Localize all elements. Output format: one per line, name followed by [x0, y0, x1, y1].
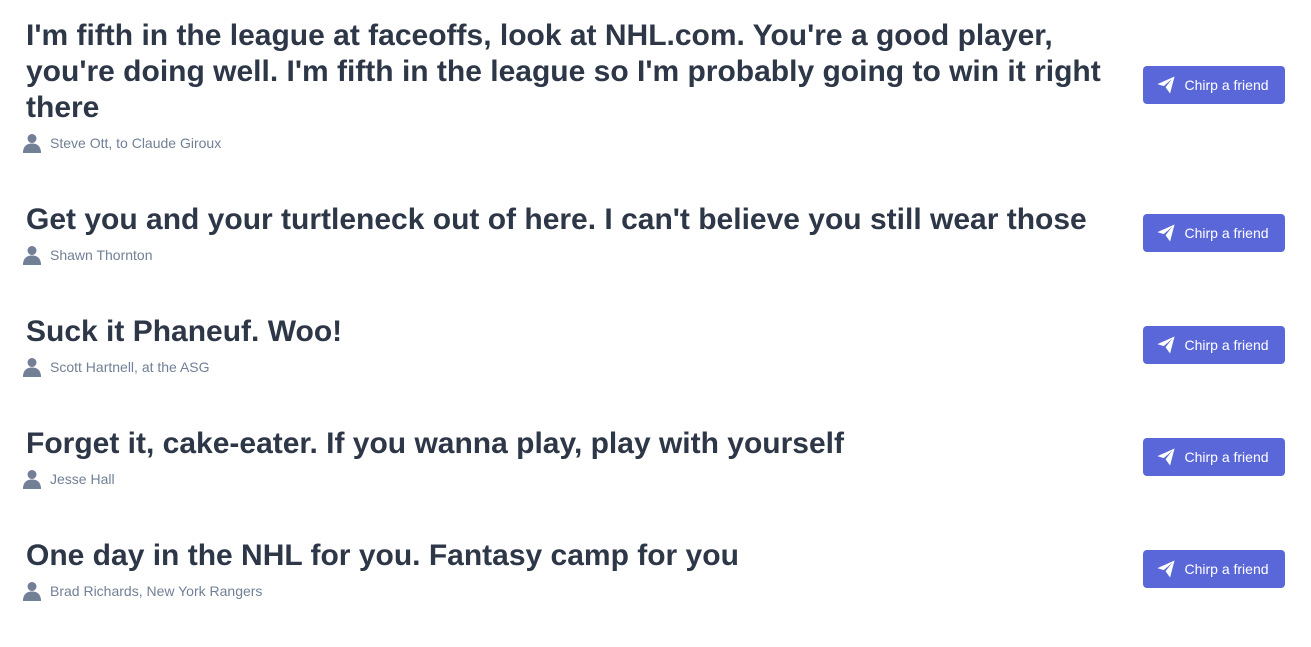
- chirp-quote: Get you and your turtleneck out of here.…: [26, 203, 1087, 236]
- button-label: Chirp a friend: [1184, 449, 1269, 465]
- paper-plane-icon: [1157, 224, 1176, 242]
- paper-plane-icon: [1157, 560, 1176, 578]
- user-icon: [22, 245, 42, 265]
- chirp-a-friend-button[interactable]: Chirp a friend: [1143, 326, 1285, 364]
- user-icon: [22, 581, 42, 601]
- chirp-a-friend-button[interactable]: Chirp a friend: [1143, 66, 1285, 104]
- author-name: Scott Hartnell, at the ASG: [50, 359, 210, 375]
- chirp-item: Get you and your turtleneck out of here.…: [0, 202, 1311, 272]
- user-icon: [22, 357, 42, 377]
- button-label: Chirp a friend: [1184, 77, 1269, 93]
- chirp-item: I'm fifth in the league at faceoffs, loo…: [0, 18, 1311, 158]
- chirp-a-friend-button[interactable]: Chirp a friend: [1143, 550, 1285, 588]
- author-name: Shawn Thornton: [50, 247, 153, 263]
- paper-plane-icon: [1157, 448, 1176, 466]
- button-label: Chirp a friend: [1184, 561, 1269, 577]
- chirp-author: Scott Hartnell, at the ASG: [22, 357, 210, 377]
- chirp-quote: I'm fifth in the league at faceoffs, loo…: [26, 19, 1101, 124]
- author-name: Brad Richards, New York Rangers: [50, 583, 263, 599]
- chirp-a-friend-button[interactable]: Chirp a friend: [1143, 438, 1285, 476]
- chirp-quote: Suck it Phaneuf. Woo!: [26, 315, 343, 348]
- button-label: Chirp a friend: [1184, 225, 1269, 241]
- chirp-item: Forget it, cake-eater. If you wanna play…: [0, 426, 1311, 496]
- paper-plane-icon: [1157, 336, 1176, 354]
- chirp-quote: One day in the NHL for you. Fantasy camp…: [26, 539, 739, 572]
- author-name: Jesse Hall: [50, 471, 115, 487]
- chirp-item: One day in the NHL for you. Fantasy camp…: [0, 538, 1311, 608]
- paper-plane-icon: [1157, 76, 1176, 94]
- chirp-a-friend-button[interactable]: Chirp a friend: [1143, 214, 1285, 252]
- button-label: Chirp a friend: [1184, 337, 1269, 353]
- chirp-item: Suck it Phaneuf. Woo! Scott Hartnell, at…: [0, 314, 1311, 384]
- chirp-quote: Forget it, cake-eater. If you wanna play…: [26, 427, 844, 460]
- author-name: Steve Ott, to Claude Giroux: [50, 135, 222, 151]
- chirp-author: Steve Ott, to Claude Giroux: [22, 133, 221, 153]
- user-icon: [22, 133, 42, 153]
- user-icon: [22, 469, 42, 489]
- chirp-author: Jesse Hall: [22, 469, 115, 489]
- chirp-author: Shawn Thornton: [22, 245, 152, 265]
- chirp-author: Brad Richards, New York Rangers: [22, 581, 262, 601]
